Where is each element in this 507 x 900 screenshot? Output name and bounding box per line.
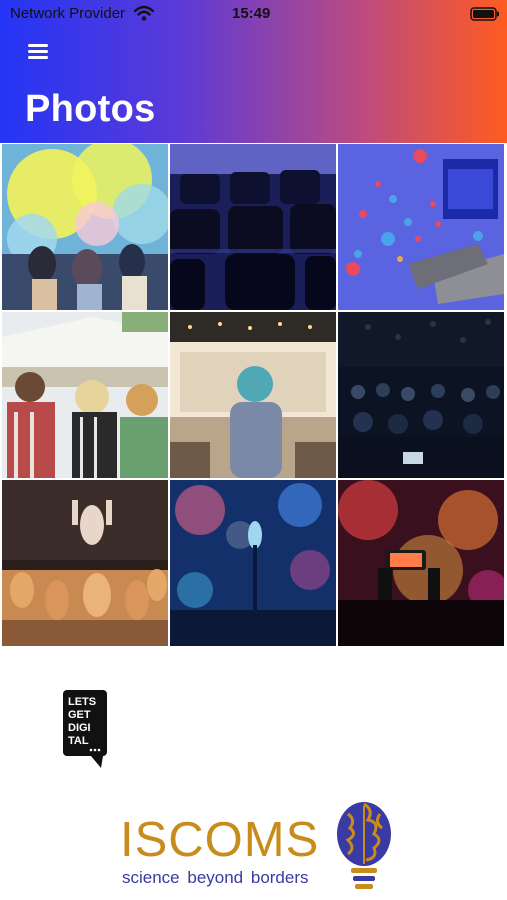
lgd-logo-line-1: LETS bbox=[68, 696, 96, 708]
lets-get-digital-logo: LETS GET DIGI TAL bbox=[63, 690, 107, 768]
app-header: Network Provider 15:49 Photos bbox=[0, 0, 507, 143]
photo-conference-speaker[interactable] bbox=[170, 312, 336, 478]
photo-auditorium-seats[interactable] bbox=[170, 144, 336, 310]
photo-phone-concert[interactable] bbox=[338, 480, 504, 646]
network-provider-label: Network Provider bbox=[10, 5, 126, 22]
status-bar: Network Provider 15:49 bbox=[0, 0, 507, 28]
lgd-logo-line-4: TAL bbox=[68, 735, 89, 747]
iscoms-logo: ISCOMS science beyond borders bbox=[120, 798, 400, 894]
iscoms-name: ISCOMS bbox=[120, 813, 320, 867]
brain-bulb-icon bbox=[337, 802, 391, 889]
photo-grid bbox=[2, 144, 505, 646]
wifi-icon bbox=[134, 5, 154, 21]
photo-dark-audience[interactable] bbox=[338, 312, 504, 478]
lgd-logo-line-2: GET bbox=[68, 709, 91, 721]
photo-microphone-stage[interactable] bbox=[170, 480, 336, 646]
page-title: Photos bbox=[25, 88, 156, 130]
photo-social-stage[interactable] bbox=[338, 144, 504, 310]
hamburger-menu-icon[interactable] bbox=[28, 44, 48, 60]
photo-outdoor-crowd[interactable] bbox=[2, 312, 168, 478]
battery-icon bbox=[470, 7, 499, 21]
lgd-logo-line-3: DIGI bbox=[68, 722, 91, 734]
status-time: 15:49 bbox=[232, 5, 271, 22]
iscoms-tagline: science beyond borders bbox=[122, 868, 309, 887]
photo-concert-hands[interactable] bbox=[2, 480, 168, 646]
photo-holi-festival[interactable] bbox=[2, 144, 168, 310]
